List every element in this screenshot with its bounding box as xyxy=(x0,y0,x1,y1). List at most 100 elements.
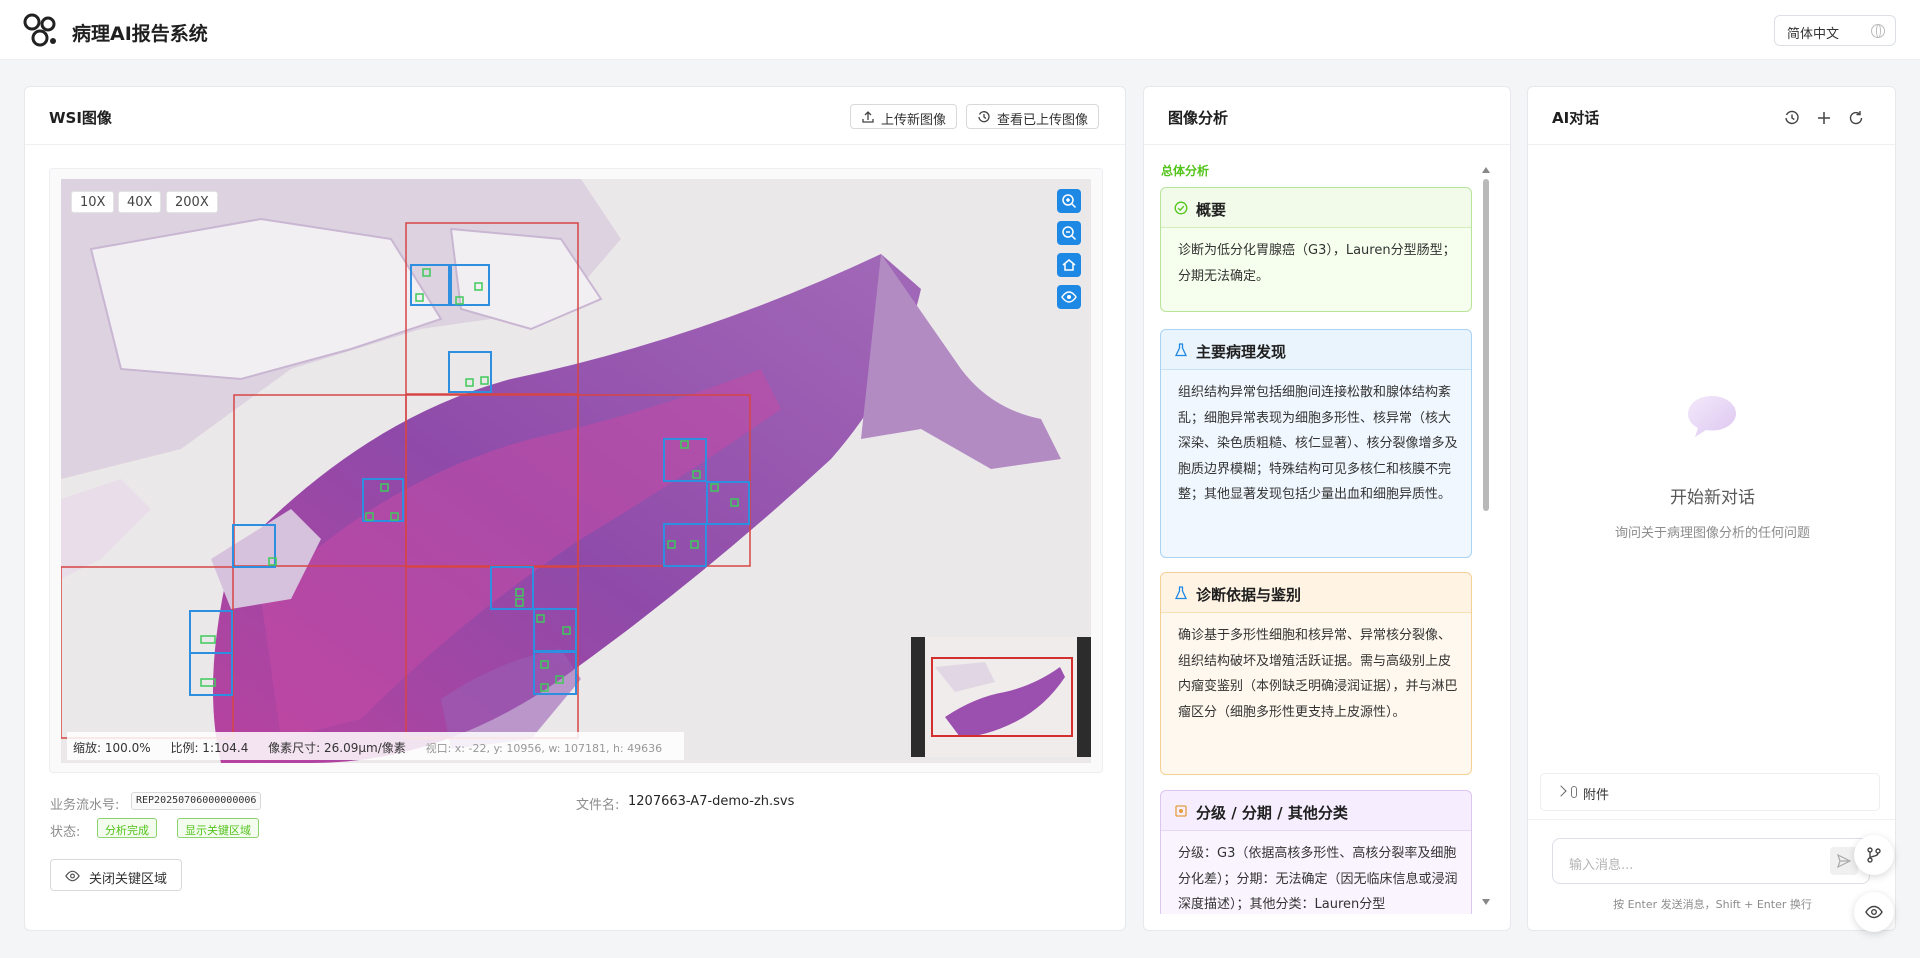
history-icon[interactable] xyxy=(1783,109,1801,127)
message-input[interactable]: 输入消息... xyxy=(1552,838,1870,884)
card-title: 诊断依据与鉴别 xyxy=(1196,586,1302,604)
eye-icon xyxy=(1061,291,1077,303)
card-title: 概要 xyxy=(1196,201,1227,219)
cell-marker xyxy=(515,598,524,607)
wsi-panel-header: WSI图像 上传新图像 查看已上传图像 xyxy=(25,87,1125,145)
diagnosis-basis-card: 诊断依据与鉴别 确诊基于多形性细胞和核异常、异常核分裂像、组织结构破坏及增殖活跃… xyxy=(1160,572,1472,775)
empty-state-subtitle: 询问关于病理图像分析的任何问题 xyxy=(1614,526,1810,541)
card-header: 诊断依据与鉴别 xyxy=(1161,573,1471,613)
app-title: 病理AI报告系统 xyxy=(72,23,208,45)
card-body: 组织结构异常包括细胞间连接松散和腺体结构紊乱；细胞异常表现为细胞多形性、核异常（… xyxy=(1178,385,1458,502)
card-body: 分级：G3（依据高核多形性、高核分裂率及细胞分化差）；分期：无法确定（因无临床信… xyxy=(1178,846,1458,912)
view-uploaded-button[interactable]: 查看已上传图像 xyxy=(966,104,1100,129)
serial-number: REP20250706000000006 xyxy=(131,792,262,810)
logo-icon xyxy=(23,13,56,47)
new-chat-icon[interactable] xyxy=(1815,109,1833,127)
analysis-panel-title: 图像分析 xyxy=(1168,109,1229,127)
zoom-in-button[interactable] xyxy=(1057,189,1081,213)
cell-marker xyxy=(667,540,676,549)
roi-subregion xyxy=(490,566,534,610)
eye-icon xyxy=(65,870,80,882)
ai-chat-panel: AI对话 开始新对话 询问关于病理图像分析的任何问题 附件 输入消息... 按 … xyxy=(1527,86,1896,931)
language-select[interactable]: 简体中文 xyxy=(1774,15,1896,46)
git-branch-icon xyxy=(1867,847,1881,863)
section-label: 总体分析 xyxy=(1161,164,1210,178)
scroll-down-arrow[interactable] xyxy=(1482,899,1490,905)
cell-marker xyxy=(562,626,571,635)
card-header: 概要 xyxy=(1161,188,1471,228)
language-label: 简体中文 xyxy=(1787,27,1840,42)
cell-marker xyxy=(422,268,431,277)
cell-marker xyxy=(515,588,524,597)
roi-subregion xyxy=(410,264,452,306)
roi-subregion xyxy=(189,610,233,654)
cell-marker xyxy=(465,378,474,387)
attachments-toggle[interactable]: 附件 xyxy=(1540,773,1880,811)
chat-bubble-icon xyxy=(1688,396,1736,437)
wsi-viewer-frame: 10X 40X 200X 缩放: 100.0% 比例: 1:104.4 像素尺寸… xyxy=(49,168,1103,773)
refresh-icon[interactable] xyxy=(1847,109,1865,127)
upload-image-button[interactable]: 上传新图像 xyxy=(850,104,958,129)
flask-icon xyxy=(1174,343,1188,357)
roi-subregion xyxy=(448,264,490,306)
minimap-viewport-box[interactable] xyxy=(931,657,1073,737)
paperclip-icon xyxy=(1571,786,1577,798)
wsi-panel: WSI图像 上传新图像 查看已上传图像 10X 40X 200X 缩放: 100… xyxy=(24,86,1126,931)
pixel-size-readout: 像素尺寸: 26.09μm/像素 xyxy=(268,741,406,755)
toggle-overlay-button[interactable] xyxy=(1057,285,1081,309)
analysis-cards[interactable]: 概要 诊断为低分化胃腺癌（G3），Lauren分型肠型；分期无法确定。 主要病理… xyxy=(1160,187,1474,914)
zoom-200x-button[interactable]: 200X xyxy=(166,191,218,213)
card-title: 主要病理发现 xyxy=(1196,343,1287,361)
cell-marker xyxy=(690,540,699,549)
cell-marker xyxy=(692,470,701,479)
home-view-button[interactable] xyxy=(1057,253,1081,277)
zoom-in-icon xyxy=(1062,194,1077,209)
ratio-readout: 比例: 1:104.4 xyxy=(170,741,249,755)
upload-icon xyxy=(862,111,874,123)
history-icon xyxy=(978,111,990,123)
file-name-label: 文件名: xyxy=(576,798,620,813)
cell-marker xyxy=(474,282,483,291)
card-header: 分级 / 分期 / 其他分类 xyxy=(1161,791,1471,831)
card-header: 主要病理发现 xyxy=(1161,330,1471,370)
analysis-panel: 图像分析 总体分析 概要 诊断为低分化胃腺癌（G3），Lauren分型肠型；分期… xyxy=(1143,86,1511,931)
cell-marker xyxy=(390,512,399,521)
message-input-placeholder: 输入消息... xyxy=(1569,858,1634,873)
ai-panel-header: AI对话 xyxy=(1528,87,1895,145)
branch-float-button[interactable] xyxy=(1854,835,1894,875)
cell-marker xyxy=(680,440,689,449)
zoom-10x-button[interactable]: 10X xyxy=(71,191,115,213)
scroll-thumb[interactable] xyxy=(1483,179,1489,511)
wsi-viewer[interactable]: 10X 40X 200X 缩放: 100.0% 比例: 1:104.4 像素尺寸… xyxy=(61,179,1091,763)
flask-icon xyxy=(1174,586,1188,600)
attachments-label: 附件 xyxy=(1583,788,1610,803)
close-roi-label: 关闭关键区域 xyxy=(89,872,168,887)
viewport-readout: 视口: x: -22, y: 10956, w: 107181, h: 4963… xyxy=(425,742,663,755)
scroll-up-arrow[interactable] xyxy=(1482,167,1490,173)
roi-subregion xyxy=(663,523,707,567)
cell-marker xyxy=(536,614,545,623)
upload-image-label: 上传新图像 xyxy=(881,113,947,128)
cell-marker xyxy=(200,678,216,687)
status-label: 状态: xyxy=(50,825,81,840)
zoom-readout: 缩放: 100.0% xyxy=(73,741,151,755)
cell-marker xyxy=(365,512,374,521)
zoom-40x-button[interactable]: 40X xyxy=(118,191,162,213)
globe-icon xyxy=(1871,24,1885,38)
zoom-out-button[interactable] xyxy=(1057,221,1081,245)
cell-marker xyxy=(380,483,389,492)
viewer-status-bar: 缩放: 100.0% 比例: 1:104.4 像素尺寸: 26.09μm/像素 … xyxy=(67,732,685,760)
scrollbar[interactable] xyxy=(1482,167,1490,907)
cell-marker xyxy=(555,675,564,684)
minimap[interactable] xyxy=(911,637,1091,757)
eye-float-button[interactable] xyxy=(1854,892,1894,932)
close-roi-button[interactable]: 关闭关键区域 xyxy=(50,859,183,891)
cell-marker xyxy=(480,376,489,385)
check-circle-icon xyxy=(1174,201,1188,215)
chevron-right-icon xyxy=(1555,785,1567,797)
roi-subregion xyxy=(706,481,750,525)
send-icon xyxy=(1836,853,1852,869)
findings-card: 主要病理发现 组织结构异常包括细胞间连接松散和腺体结构紊乱；细胞异常表现为细胞多… xyxy=(1160,329,1472,558)
roi-subregion xyxy=(189,652,233,696)
input-hint: 按 Enter 发送消息，Shift + Enter 换行 xyxy=(1613,898,1812,911)
